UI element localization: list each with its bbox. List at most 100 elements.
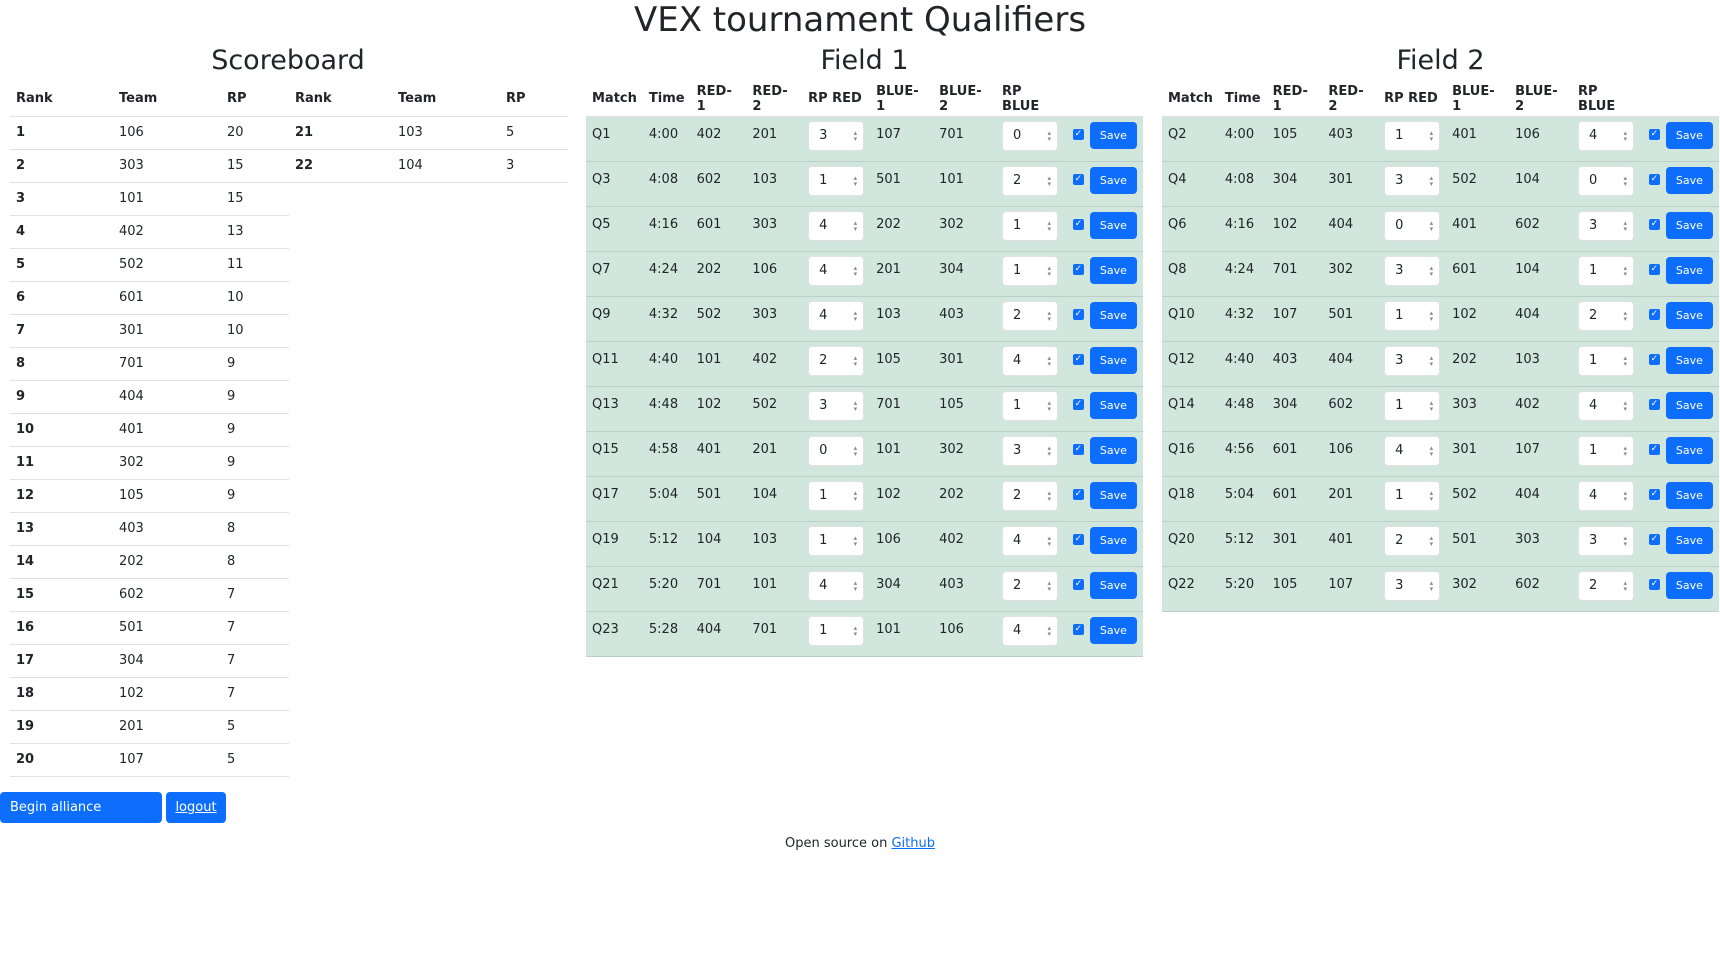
rp-red-input[interactable]: 2 ▴ ▾ bbox=[808, 345, 865, 376]
rp-blue-input[interactable]: 1 ▴ ▾ bbox=[1002, 210, 1059, 241]
spinner-icon[interactable]: ▴ ▾ bbox=[1048, 579, 1052, 592]
save-button[interactable]: Save bbox=[1665, 346, 1713, 374]
logout-button[interactable]: logout bbox=[166, 792, 226, 823]
save-button[interactable]: Save bbox=[1089, 121, 1137, 149]
completed-checkbox[interactable]: ✓ bbox=[1072, 488, 1084, 500]
save-button[interactable]: Save bbox=[1665, 121, 1713, 149]
spinner-icon[interactable]: ▴ ▾ bbox=[1624, 354, 1628, 367]
spinner-icon[interactable]: ▴ ▾ bbox=[854, 129, 858, 142]
spinner-icon[interactable]: ▴ ▾ bbox=[1430, 444, 1434, 457]
save-button[interactable]: Save bbox=[1665, 526, 1713, 554]
spinner-icon[interactable]: ▴ ▾ bbox=[1430, 489, 1434, 502]
rp-red-input[interactable]: 1 ▴ ▾ bbox=[1384, 480, 1441, 511]
rp-blue-input[interactable]: 3 ▴ ▾ bbox=[1002, 435, 1059, 466]
save-button[interactable]: Save bbox=[1089, 571, 1137, 599]
spinner-icon[interactable]: ▴ ▾ bbox=[1048, 624, 1052, 637]
rp-blue-input[interactable]: 4 ▴ ▾ bbox=[1578, 480, 1635, 511]
completed-checkbox[interactable]: ✓ bbox=[1648, 128, 1660, 140]
save-button[interactable]: Save bbox=[1665, 166, 1713, 194]
save-button[interactable]: Save bbox=[1665, 391, 1713, 419]
completed-checkbox[interactable]: ✓ bbox=[1072, 533, 1084, 545]
rp-red-input[interactable]: 3 ▴ ▾ bbox=[808, 390, 865, 421]
completed-checkbox[interactable]: ✓ bbox=[1648, 578, 1660, 590]
completed-checkbox[interactable]: ✓ bbox=[1072, 128, 1084, 140]
rp-red-input[interactable]: 4 ▴ ▾ bbox=[808, 570, 865, 601]
spinner-icon[interactable]: ▴ ▾ bbox=[1430, 579, 1434, 592]
rp-blue-input[interactable]: 4 ▴ ▾ bbox=[1578, 120, 1635, 151]
rp-red-input[interactable]: 1 ▴ ▾ bbox=[1384, 390, 1441, 421]
spinner-icon[interactable]: ▴ ▾ bbox=[1048, 489, 1052, 502]
spinner-icon[interactable]: ▴ ▾ bbox=[1624, 264, 1628, 277]
save-button[interactable]: Save bbox=[1089, 166, 1137, 194]
rp-blue-input[interactable]: 1 ▴ ▾ bbox=[1578, 345, 1635, 376]
spinner-icon[interactable]: ▴ ▾ bbox=[854, 264, 858, 277]
rp-red-input[interactable]: 4 ▴ ▾ bbox=[808, 210, 865, 241]
spinner-icon[interactable]: ▴ ▾ bbox=[854, 489, 858, 502]
completed-checkbox[interactable]: ✓ bbox=[1648, 488, 1660, 500]
spinner-icon[interactable]: ▴ ▾ bbox=[854, 579, 858, 592]
rp-red-input[interactable]: 1 ▴ ▾ bbox=[808, 525, 865, 556]
save-button[interactable]: Save bbox=[1665, 301, 1713, 329]
spinner-icon[interactable]: ▴ ▾ bbox=[1624, 534, 1628, 547]
rp-blue-input[interactable]: 2 ▴ ▾ bbox=[1002, 480, 1059, 511]
spinner-icon[interactable]: ▴ ▾ bbox=[1048, 309, 1052, 322]
rp-red-input[interactable]: 4 ▴ ▾ bbox=[808, 255, 865, 286]
spinner-icon[interactable]: ▴ ▾ bbox=[1048, 219, 1052, 232]
save-button[interactable]: Save bbox=[1089, 211, 1137, 239]
rp-red-input[interactable]: 0 ▴ ▾ bbox=[808, 435, 865, 466]
spinner-icon[interactable]: ▴ ▾ bbox=[854, 354, 858, 367]
spinner-icon[interactable]: ▴ ▾ bbox=[1430, 174, 1434, 187]
spinner-icon[interactable]: ▴ ▾ bbox=[854, 219, 858, 232]
spinner-icon[interactable]: ▴ ▾ bbox=[1048, 264, 1052, 277]
completed-checkbox[interactable]: ✓ bbox=[1072, 443, 1084, 455]
completed-checkbox[interactable]: ✓ bbox=[1648, 308, 1660, 320]
spinner-icon[interactable]: ▴ ▾ bbox=[1048, 444, 1052, 457]
spinner-icon[interactable]: ▴ ▾ bbox=[1430, 534, 1434, 547]
save-button[interactable]: Save bbox=[1665, 256, 1713, 284]
spinner-icon[interactable]: ▴ ▾ bbox=[854, 444, 858, 457]
save-button[interactable]: Save bbox=[1089, 346, 1137, 374]
rp-blue-input[interactable]: 2 ▴ ▾ bbox=[1578, 300, 1635, 331]
spinner-icon[interactable]: ▴ ▾ bbox=[1430, 129, 1434, 142]
rp-blue-input[interactable]: 1 ▴ ▾ bbox=[1578, 255, 1635, 286]
rp-blue-input[interactable]: 1 ▴ ▾ bbox=[1002, 255, 1059, 286]
rp-blue-input[interactable]: 2 ▴ ▾ bbox=[1002, 570, 1059, 601]
rp-blue-input[interactable]: 1 ▴ ▾ bbox=[1002, 390, 1059, 421]
spinner-icon[interactable]: ▴ ▾ bbox=[1048, 534, 1052, 547]
rp-red-input[interactable]: 3 ▴ ▾ bbox=[1384, 255, 1441, 286]
spinner-icon[interactable]: ▴ ▾ bbox=[1048, 129, 1052, 142]
spinner-icon[interactable]: ▴ ▾ bbox=[1430, 399, 1434, 412]
completed-checkbox[interactable]: ✓ bbox=[1648, 443, 1660, 455]
rp-red-input[interactable]: 3 ▴ ▾ bbox=[808, 120, 865, 151]
spinner-icon[interactable]: ▴ ▾ bbox=[1624, 489, 1628, 502]
spinner-icon[interactable]: ▴ ▾ bbox=[1624, 219, 1628, 232]
spinner-icon[interactable]: ▴ ▾ bbox=[854, 624, 858, 637]
spinner-icon[interactable]: ▴ ▾ bbox=[1624, 174, 1628, 187]
completed-checkbox[interactable]: ✓ bbox=[1648, 263, 1660, 275]
rp-red-input[interactable]: 1 ▴ ▾ bbox=[808, 615, 865, 646]
rp-blue-input[interactable]: 4 ▴ ▾ bbox=[1002, 615, 1059, 646]
rp-blue-input[interactable]: 4 ▴ ▾ bbox=[1002, 525, 1059, 556]
spinner-icon[interactable]: ▴ ▾ bbox=[1624, 444, 1628, 457]
rp-blue-input[interactable]: 2 ▴ ▾ bbox=[1578, 570, 1635, 601]
completed-checkbox[interactable]: ✓ bbox=[1072, 263, 1084, 275]
completed-checkbox[interactable]: ✓ bbox=[1648, 353, 1660, 365]
rp-red-input[interactable]: 4 ▴ ▾ bbox=[1384, 435, 1441, 466]
spinner-icon[interactable]: ▴ ▾ bbox=[1624, 579, 1628, 592]
completed-checkbox[interactable]: ✓ bbox=[1072, 218, 1084, 230]
spinner-icon[interactable]: ▴ ▾ bbox=[854, 399, 858, 412]
rp-blue-input[interactable]: 1 ▴ ▾ bbox=[1578, 435, 1635, 466]
spinner-icon[interactable]: ▴ ▾ bbox=[1430, 309, 1434, 322]
rp-red-input[interactable]: 1 ▴ ▾ bbox=[808, 480, 865, 511]
rp-blue-input[interactable]: 2 ▴ ▾ bbox=[1002, 165, 1059, 196]
save-button[interactable]: Save bbox=[1089, 436, 1137, 464]
rp-blue-input[interactable]: 4 ▴ ▾ bbox=[1578, 390, 1635, 421]
rp-red-input[interactable]: 1 ▴ ▾ bbox=[1384, 300, 1441, 331]
save-button[interactable]: Save bbox=[1089, 616, 1137, 644]
completed-checkbox[interactable]: ✓ bbox=[1072, 398, 1084, 410]
rp-blue-input[interactable]: 2 ▴ ▾ bbox=[1002, 300, 1059, 331]
spinner-icon[interactable]: ▴ ▾ bbox=[854, 309, 858, 322]
save-button[interactable]: Save bbox=[1665, 571, 1713, 599]
save-button[interactable]: Save bbox=[1089, 391, 1137, 419]
rp-red-input[interactable]: 3 ▴ ▾ bbox=[1384, 570, 1441, 601]
